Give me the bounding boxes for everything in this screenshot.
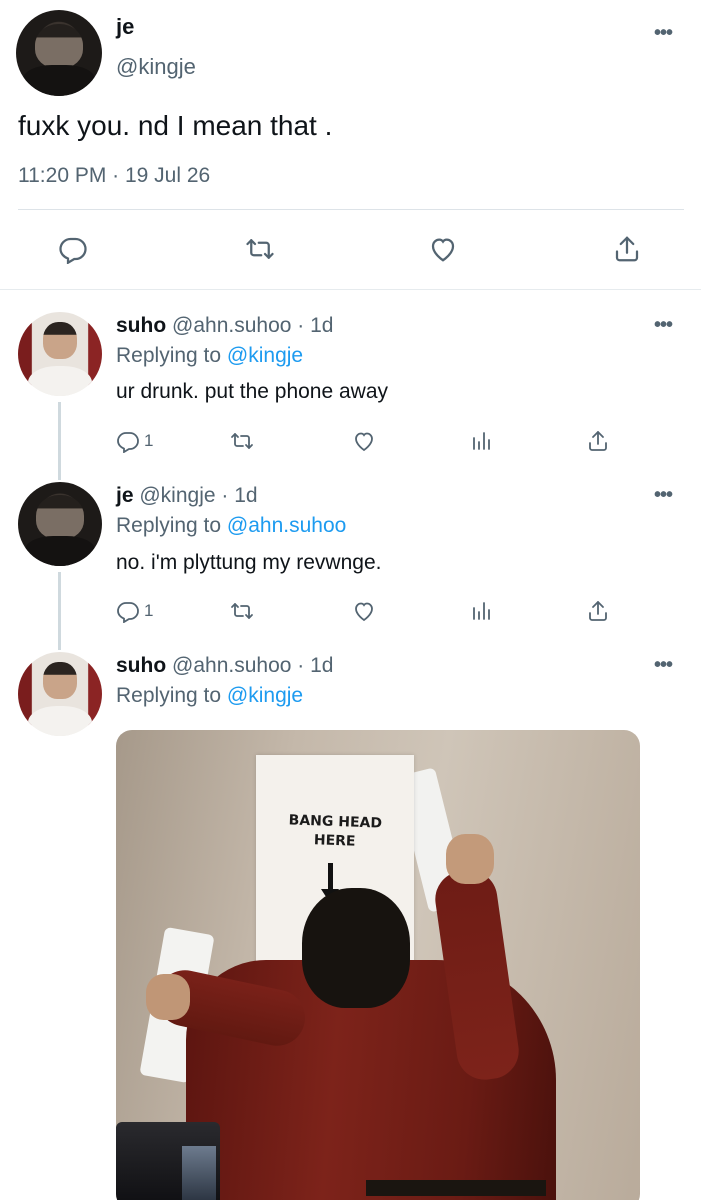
sign-text: BANG HEAD HERE	[255, 810, 414, 853]
avatar[interactable]	[18, 652, 102, 736]
reply-tweet[interactable]: suho @ahn.suhoo · 1d ••• Replying to @ki…	[0, 0, 701, 1200]
media-image[interactable]: BANG HEAD HERE	[116, 730, 640, 1200]
replying-to: Replying to @kingje	[116, 684, 303, 708]
reply-header: suho @ahn.suhoo · 1d	[116, 654, 333, 678]
mention-link[interactable]: @kingje	[227, 684, 303, 707]
down-arrow-icon	[321, 863, 339, 903]
person-hand	[446, 834, 494, 884]
author-meta[interactable]: @ahn.suhoo · 1d	[172, 654, 333, 677]
monitor	[116, 1122, 220, 1200]
more-options-icon[interactable]: •••	[654, 654, 673, 677]
author-name[interactable]: suho	[116, 654, 166, 677]
person-hand	[146, 974, 190, 1020]
replying-prefix: Replying to	[116, 684, 227, 707]
person-head	[302, 888, 410, 1008]
belt	[366, 1180, 546, 1196]
